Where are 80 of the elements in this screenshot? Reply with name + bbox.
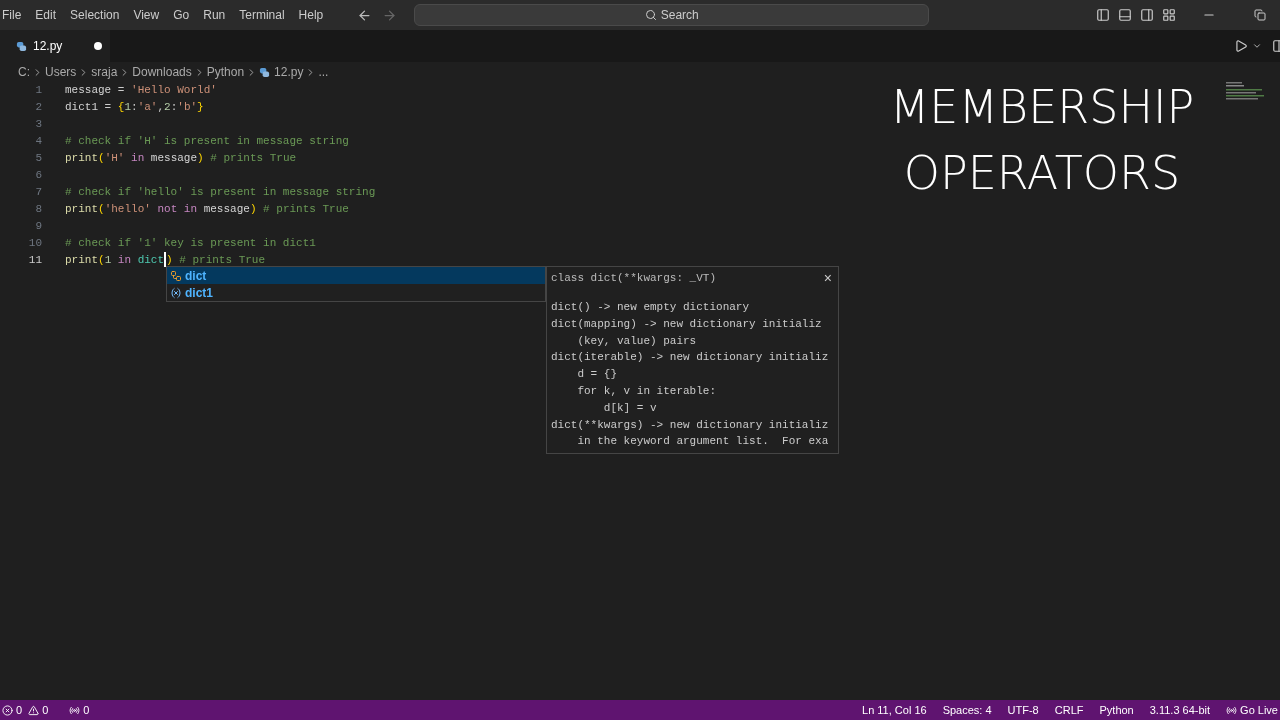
code-line: dict1 = {1:'a',2:'b'} [65,100,204,116]
panel-left-icon[interactable] [1096,8,1110,22]
status-item[interactable]: Ln 11, Col 16 [862,701,927,719]
line-number: 6 [34,168,42,184]
file-type-icon [259,66,271,78]
menu-item[interactable]: Run [197,6,232,24]
doc-line: dict(**kwargs) -> new dictionary initializ [551,417,830,433]
run-icon[interactable] [1234,39,1248,53]
ports-icon [69,704,81,716]
minimap-drawing [1226,82,1264,100]
line-number: 3 [34,117,42,133]
status-item[interactable]: UTF-8 [1007,701,1039,719]
suggestion-item[interactable]: dict1 [167,284,545,301]
doc-line: in the keyword argument list. For exa [576,434,830,450]
panel-right-icon[interactable] [1140,8,1154,22]
code-line: print('hello' not in message) # prints True [65,202,349,218]
code-line: message = 'Hello World' [65,83,217,99]
breadcrumb-item[interactable]: Downloads [132,63,192,81]
menu-item[interactable]: Go [167,6,196,24]
class-icon [170,269,182,282]
line-number: 2 [34,100,42,116]
suggestion-item[interactable]: dict [167,267,545,284]
warning-count[interactable]: 0 [42,701,49,719]
code-line: print('H' in message) # prints True [65,151,297,167]
doc-line: dict(mapping) -> new dictionary initializ [551,316,823,332]
breadcrumb-item[interactable]: ... [318,63,329,81]
overlay-title: OPERATORS [903,145,1181,202]
doc-line: dict(iterable) -> new dictionary initializ [551,350,830,366]
line-number: 7 [34,185,42,201]
go-live-button[interactable]: Go Live [1240,701,1278,719]
breadcrumb-item[interactable]: 12.py [274,63,304,81]
warning-icon [28,704,40,716]
breadcrumb-item[interactable]: Users [45,63,77,81]
status-item[interactable]: 3.11.3 64-bit [1149,701,1211,719]
menu-item[interactable]: View [127,6,166,24]
status-item[interactable]: CRLF [1054,701,1084,719]
search-icon [644,9,657,21]
panel-bottom-icon[interactable] [1118,8,1132,22]
menu-item[interactable]: Selection [64,6,126,24]
code-line: # check if 'hello' is present in message string [65,185,376,201]
error-icon [2,704,13,716]
menu-item[interactable]: Help [292,6,330,24]
search-field[interactable]: Search [414,4,930,26]
error-count[interactable]: 0 [16,701,23,719]
line-number: 11 [27,253,42,269]
menu-item[interactable]: Edit [29,6,63,24]
layout-icon[interactable] [1162,8,1176,22]
code-line: print(1 in dict ) # prints True [65,252,266,269]
doc-line: for k, v in iterable: [576,384,718,399]
line-number: 9 [34,219,42,235]
breadcrumb-item[interactable]: Python [206,63,245,81]
signature-text: class dict(**kwargs: _VT) [551,270,717,286]
doc-line: d[k] = v [602,400,658,416]
close-button[interactable]: × [823,267,832,289]
file-type-icon [16,40,27,52]
line-number: 10 [27,236,42,252]
caret-icon[interactable] [1252,41,1262,51]
code-line: # check if 'H' is present in message string [65,134,349,150]
breadcrumb-item[interactable]: sraja [91,63,118,81]
overlay-title: MEMBERSHIP [889,79,1195,136]
line-number: 1 [34,83,42,99]
menu-item[interactable]: Terminal [233,6,291,24]
status-item[interactable]: Spaces: 4 [942,701,992,719]
code-line: # check if '1' key is present in dict1 [65,236,316,252]
line-number: 4 [34,134,42,150]
ports-count[interactable]: 0 [83,701,90,719]
doc-line: dict() -> new empty dictionary [551,300,751,315]
line-number: 5 [34,151,42,167]
line-number: 8 [34,202,42,218]
restore-icon[interactable] [1254,9,1266,21]
doc-line: (key, value) pairs [576,333,698,349]
variable-icon [170,286,182,299]
breadcrumb-item[interactable]: C: [18,63,30,81]
status-item[interactable]: Python [1099,701,1134,719]
doc-line: d = {} [576,367,618,383]
broadcast-icon [1226,704,1238,716]
menu-item[interactable]: File [0,6,28,24]
editor-tab[interactable]: 12.py [0,30,110,62]
forward-icon[interactable] [382,7,398,23]
back-icon[interactable] [357,7,373,23]
